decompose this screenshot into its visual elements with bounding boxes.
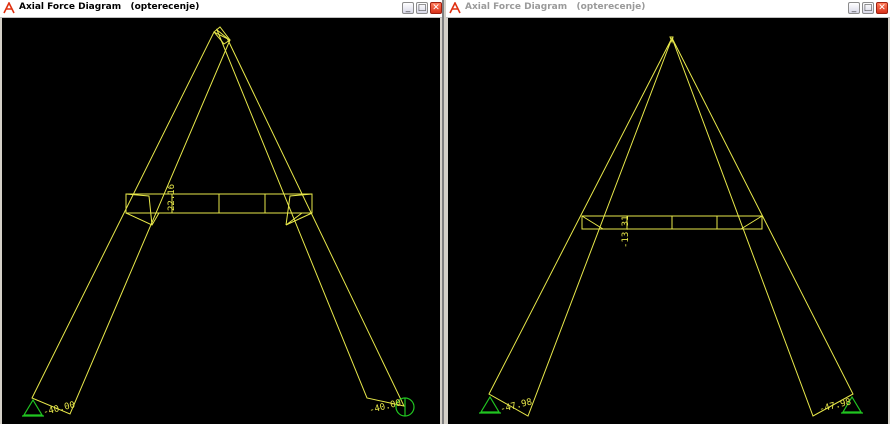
app-icon: [449, 2, 461, 14]
pin-support-left: [22, 398, 44, 416]
diagram-canvas[interactable]: -13.31 -47.98 -47.98: [448, 18, 888, 424]
right-title-bar[interactable]: Axial Force Diagram (opterecenje) _ □ ✕: [446, 0, 890, 18]
axial-force-diagram: -13.31 -47.98 -47.98: [479, 36, 863, 417]
left-title-bar[interactable]: Axial Force Diagram (opterecenje) _ □ ✕: [0, 0, 442, 18]
maximize-button[interactable]: □: [862, 2, 874, 14]
left-window[interactable]: Axial Force Diagram (opterecenje) _ □ ✕: [0, 0, 444, 424]
close-button[interactable]: ✕: [876, 2, 888, 14]
left-leg-diagram: [488, 37, 673, 417]
pin-support-left: [479, 395, 501, 413]
beam-force-label: 22.16: [167, 184, 177, 211]
left-support-force-label: -40.00: [42, 400, 76, 418]
maximize-button[interactable]: □: [416, 2, 428, 14]
left-leg-diagram: [31, 31, 231, 415]
app-icon: [3, 2, 15, 14]
minimize-button[interactable]: _: [848, 2, 860, 14]
minimize-button[interactable]: _: [402, 2, 414, 14]
right-leg-diagram: [215, 28, 405, 407]
axial-force-diagram: 22.16 -40.00 -40.00: [22, 26, 415, 418]
left-support-force-label: -47.98: [499, 397, 533, 415]
window-title: Axial Force Diagram (opterecenje): [465, 2, 646, 12]
window-title: Axial Force Diagram (opterecenje): [19, 2, 200, 12]
diagram-canvas[interactable]: 22.16 -40.00 -40.00: [2, 18, 440, 424]
right-window[interactable]: Axial Force Diagram (opterecenje) _ □ ✕: [446, 0, 890, 424]
beam-force-label: -13.31: [621, 215, 631, 248]
right-support-force-label: -40.00: [368, 398, 402, 416]
close-button[interactable]: ✕: [430, 2, 442, 14]
